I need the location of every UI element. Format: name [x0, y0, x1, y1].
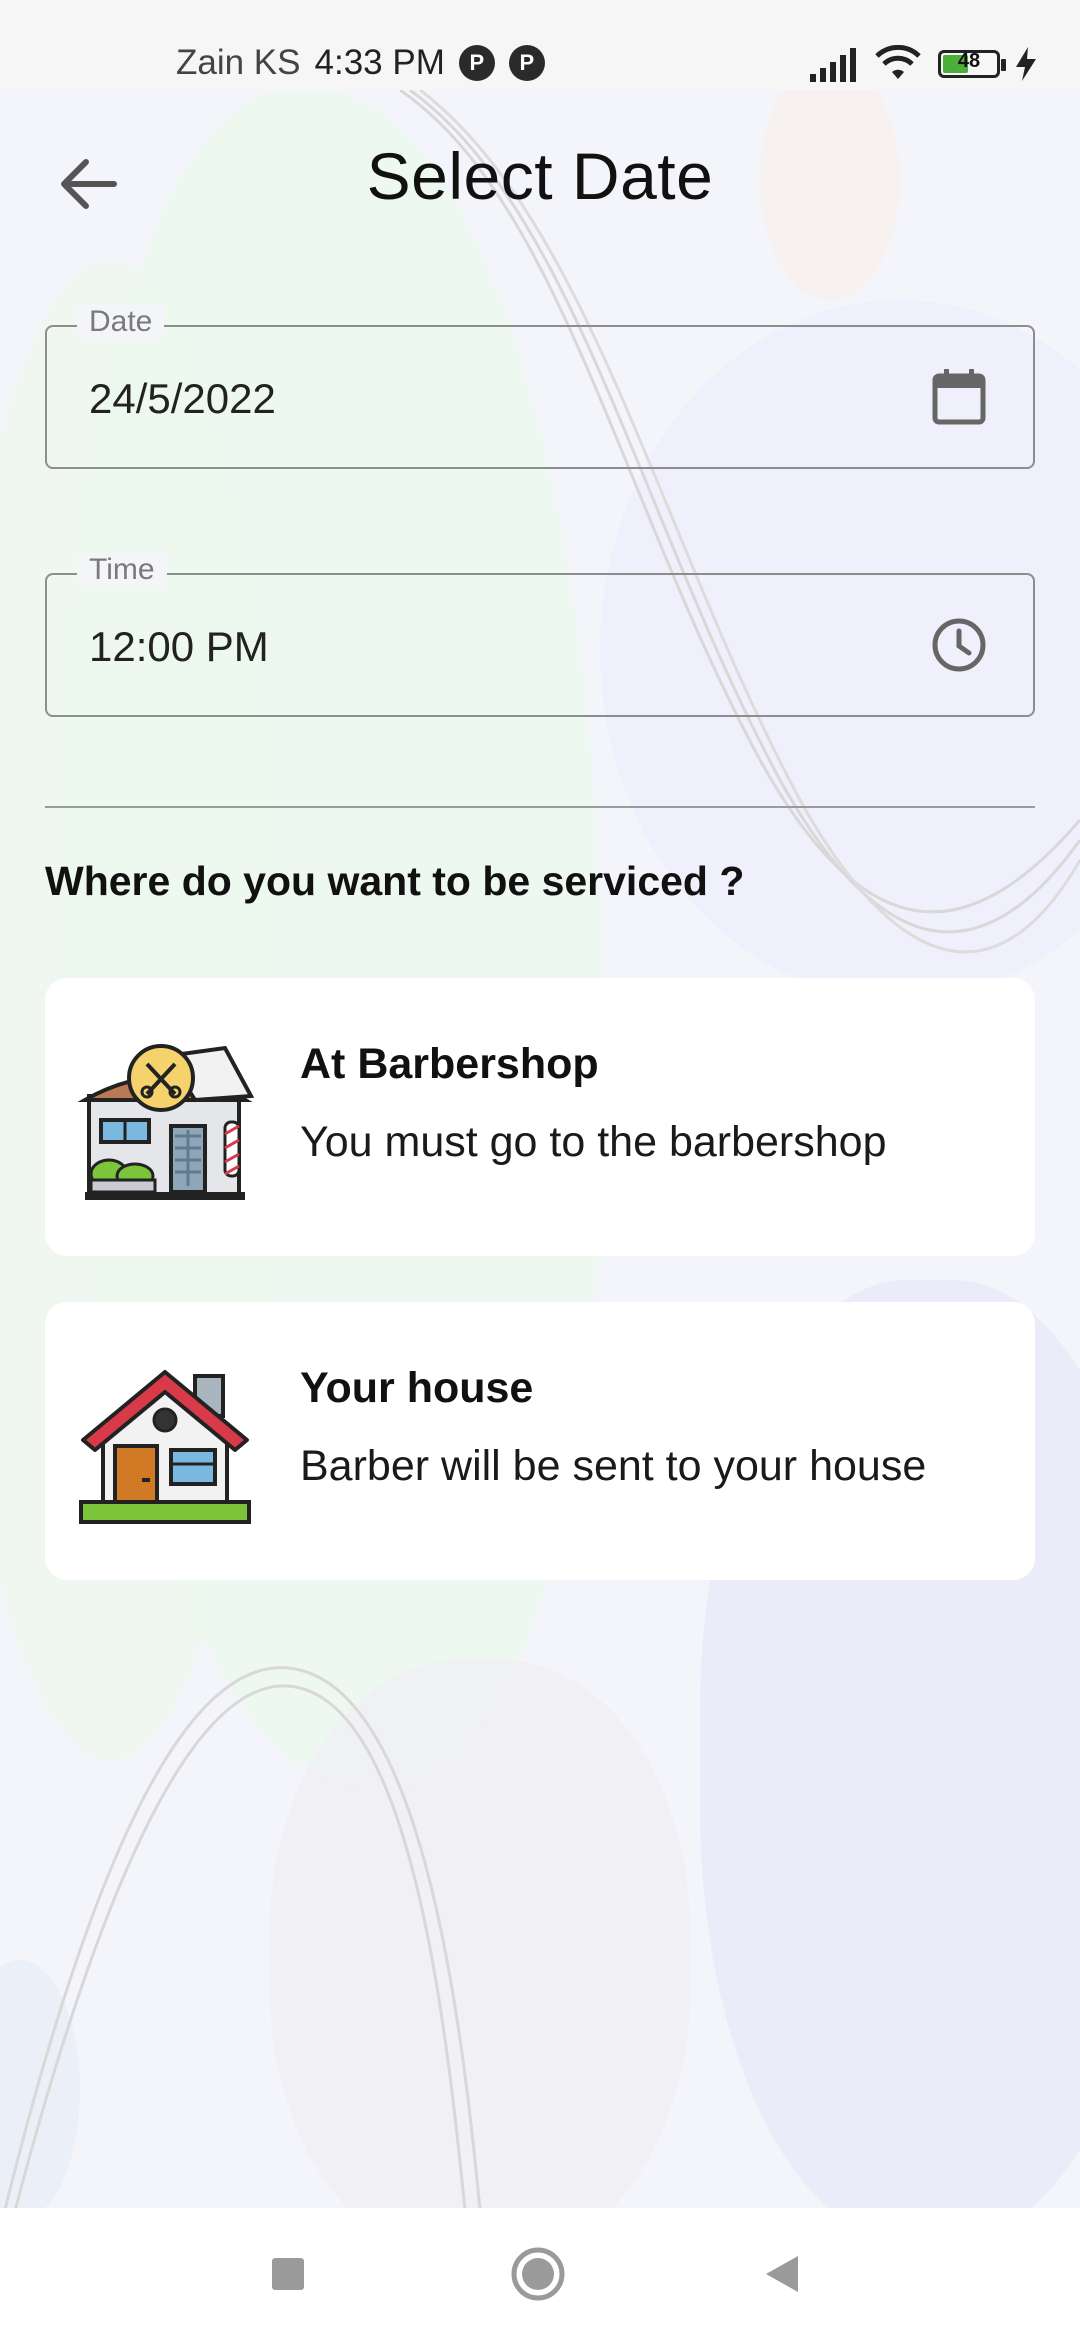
signal-icon: [810, 48, 856, 82]
battery-icon: 48: [938, 50, 1006, 78]
calendar-icon[interactable]: [929, 367, 989, 427]
wifi-icon: [875, 45, 921, 79]
battery-level: 48: [957, 50, 981, 72]
recent-apps-button[interactable]: [258, 2244, 318, 2304]
section-divider: [45, 806, 1035, 808]
option-subtitle: Barber will be sent to your house: [300, 1442, 927, 1490]
notification-app-icon-2: P: [508, 45, 545, 81]
system-nav-bar: [0, 2208, 1080, 2340]
carrier-name: Zain KS: [176, 43, 301, 82]
home-button[interactable]: [508, 2244, 568, 2304]
date-field-value: 24/5/2022: [89, 375, 276, 422]
clock-icon[interactable]: [929, 615, 989, 675]
option-card-barbershop[interactable]: At Barbershop You must go to the barbers…: [45, 978, 1035, 1256]
option-title: At Barbershop: [300, 1040, 599, 1088]
charging-icon: [1016, 47, 1036, 81]
app-header: Select Date: [0, 90, 1080, 270]
house-icon: [79, 1370, 251, 1524]
time-field-label: Time: [77, 553, 167, 587]
option-subtitle: You must go to the barbershop: [300, 1118, 887, 1166]
date-field[interactable]: Date 24/5/2022: [45, 305, 1035, 469]
option-title: Your house: [300, 1364, 534, 1412]
status-bar: Zain KS 4:33 PM P P 48: [0, 0, 1080, 90]
notification-app-icon: P: [458, 45, 495, 81]
date-field-label: Date: [77, 305, 165, 339]
status-left: Zain KS 4:33 PM P P: [176, 38, 545, 88]
time-field[interactable]: Time 12:00 PM: [45, 553, 1035, 717]
back-nav-button[interactable]: [752, 2244, 812, 2304]
barbershop-icon: [77, 1044, 255, 1200]
page-title: Select Date: [366, 139, 714, 213]
option-card-house[interactable]: Your house Barber will be sent to your h…: [45, 1302, 1035, 1580]
status-time: 4:33 PM: [314, 43, 445, 82]
status-right: 48: [808, 42, 1036, 86]
time-field-value: 12:00 PM: [89, 623, 269, 670]
service-location-question: Where do you want to be serviced ?: [45, 858, 745, 904]
